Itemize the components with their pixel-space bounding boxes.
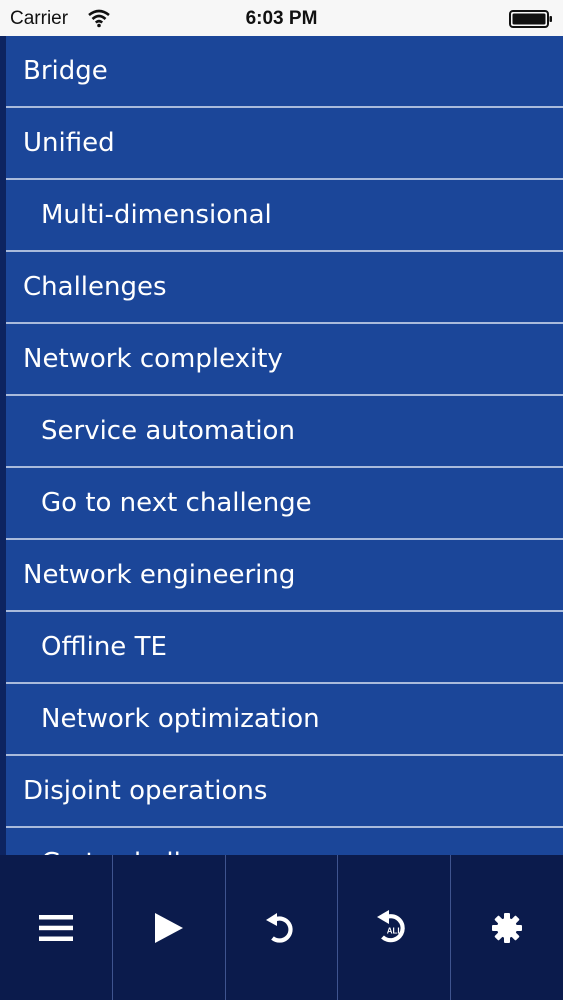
menu-item[interactable]: Disjoint operations [6,756,563,828]
menu-item[interactable]: Service automation [6,396,563,468]
menu-item-label: Disjoint operations [23,776,268,806]
play-icon [154,913,183,943]
menu-item-label: Challenges [23,272,167,302]
menu-item[interactable]: Multi-dimensional [6,180,563,252]
gear-icon [492,913,523,943]
replay-button[interactable] [224,855,338,1000]
battery-icon [509,10,552,28]
menu-item[interactable]: Network engineering [6,540,563,612]
menu-item[interactable]: Go to next challenge [6,468,563,540]
menu-item[interactable]: Network complexity [6,324,563,396]
replay-all-icon: ALL [377,910,406,943]
bottom-toolbar: ALL [0,855,563,1000]
menu-item[interactable]: Bridge [6,36,563,108]
status-bar: Carrier 6:03 PM [0,0,563,36]
menu-item[interactable]: Offline TE [6,612,563,684]
menu-panel[interactable]: Bridge Unified Multi-dimensional Challenges… [0,36,563,855]
replay-icon [266,913,294,943]
settings-button[interactable] [450,855,563,1000]
menu-item[interactable]: Go to challenge [6,828,563,855]
replay-all-button[interactable]: ALL [337,855,450,1000]
clock: 6:03 PM [245,8,318,29]
menu-item-label: Network engineering [23,560,296,590]
menu-list: Bridge Unified Multi-dimensional Challenges… [6,36,563,855]
menu-item[interactable]: Network optimization [6,684,563,756]
play-button[interactable] [111,855,225,1000]
menu-item-label: Unified [23,128,115,158]
menu-button[interactable] [0,855,112,1000]
menu-item[interactable]: Challenges [6,252,563,324]
menu-item-label: Service automation [41,416,295,446]
menu-item-label: Network optimization [41,704,320,734]
menu-item-label: Offline TE [41,632,167,662]
menu-item[interactable]: Unified [6,108,563,180]
hamburger-menu-icon [38,915,73,941]
menu-item-label: Multi-dimensional [41,200,272,230]
menu-item-label: Network complexity [23,344,283,374]
replay-all-badge: ALL [387,927,403,936]
menu-item-label: Bridge [23,56,108,86]
menu-item-label: Go to challenge [41,848,246,855]
menu-item-label: Go to next challenge [41,488,312,518]
